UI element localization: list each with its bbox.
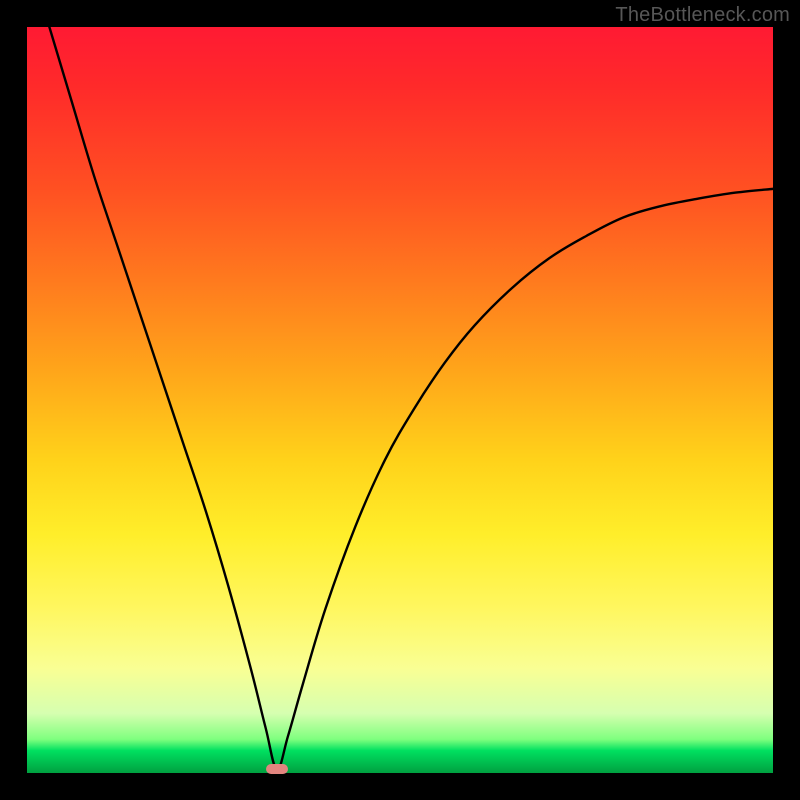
watermark-text: TheBottleneck.com [615,4,790,27]
chart-frame: TheBottleneck.com [0,0,800,800]
bottleneck-curve [27,27,773,773]
highlight-marker [266,764,288,774]
